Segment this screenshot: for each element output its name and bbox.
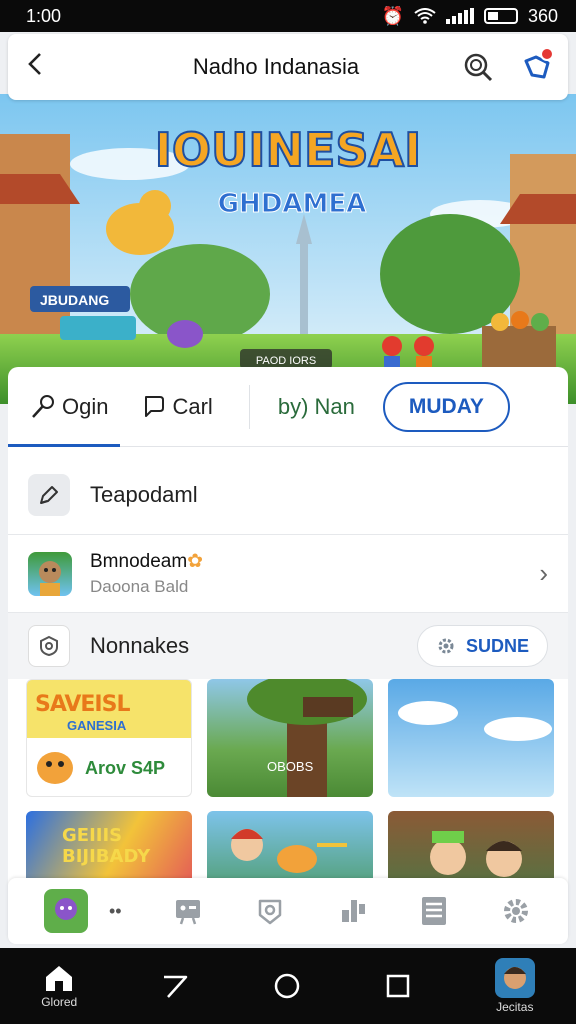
shield-icon xyxy=(28,625,70,667)
battery-icon xyxy=(483,8,518,24)
banner-illustration: JBUDANG IOUINESAI GHDAMEA PAOD IORS xyxy=(0,94,576,404)
wifi-icon xyxy=(414,8,436,24)
settings-gear-icon[interactable] xyxy=(500,895,532,927)
hero-banner[interactable]: JBUDANG IOUINESAI GHDAMEA PAOD IORS xyxy=(0,94,576,404)
chat-icon xyxy=(145,395,165,417)
tab-ogin[interactable]: Ogin xyxy=(8,367,108,447)
cloud-illustration xyxy=(398,701,552,741)
game-tile[interactable]: OBOBS xyxy=(207,679,373,797)
subscribe-button[interactable]: SUDNE xyxy=(416,625,548,667)
pen-icon xyxy=(28,473,70,516)
banner-subtitle: GHDAMEA xyxy=(218,189,367,219)
bottom-app-nav: •• xyxy=(8,878,568,944)
home-circle-icon[interactable] xyxy=(272,971,302,1001)
game-tile[interactable]: SAVEISL GANESIA Arov S4P xyxy=(26,679,192,797)
recents-square-icon[interactable] xyxy=(384,972,412,1000)
gamepad-icon[interactable] xyxy=(173,896,203,926)
signal-icon xyxy=(445,8,474,24)
banner-title: IOUINESAI xyxy=(155,123,421,177)
gear-icon xyxy=(438,638,454,654)
notification-badge xyxy=(540,47,554,61)
status-icons: ⏰ 360 xyxy=(382,6,558,27)
game-tile[interactable] xyxy=(388,679,554,797)
list-item[interactable]: Bmnodeam✿ Daoona Bald › xyxy=(8,535,568,613)
notifications-button[interactable] xyxy=(508,47,568,83)
system-nav-bar: Glored Jecitas xyxy=(0,948,576,1024)
app-screen: Nadho Indanasia JBUDANG IOUINESAI GHDAME… xyxy=(0,32,576,948)
app-bar: Nadho Indanasia xyxy=(8,34,568,100)
page-title: Nadho Indanasia xyxy=(192,54,360,79)
tile-title: GEIIIS BIJIBADY xyxy=(62,825,151,867)
section-header: Nonnakes SUDNE xyxy=(8,613,568,679)
music-icon[interactable] xyxy=(338,896,368,926)
tile-caption: OBOBS xyxy=(267,759,314,774)
avatar[interactable] xyxy=(43,889,88,933)
battery-value: 360 xyxy=(527,5,558,26)
tab-label: Ogin xyxy=(62,393,109,419)
search-icon xyxy=(464,53,493,82)
more-icon[interactable]: •• xyxy=(109,901,122,922)
profile-button[interactable]: Jecitas xyxy=(494,958,535,1014)
list-item-label: Teapodaml xyxy=(90,481,198,507)
tile-caption: Arov S4P xyxy=(85,758,166,778)
profile-label: Jecitas xyxy=(496,1000,534,1014)
tab-nan[interactable]: by) Nan xyxy=(278,394,355,420)
home-button[interactable]: Glored xyxy=(41,963,77,1009)
status-time: 1:00 xyxy=(26,5,62,26)
tab-bar: Ogin Carl by) Nan MUDAY xyxy=(8,367,568,447)
back-button[interactable] xyxy=(8,50,64,84)
banner-button-label: PAOD IORS xyxy=(256,355,316,367)
section-title: Nonnakes xyxy=(90,633,190,658)
list-item-subtitle: Daoona Bald xyxy=(90,577,189,596)
list-item-title: Bmnodeam xyxy=(90,551,188,572)
subscribe-label: SUDNE xyxy=(465,635,529,656)
banner-sign: JBUDANG xyxy=(40,292,109,308)
alarm-icon: ⏰ xyxy=(381,5,404,26)
content-card: Ogin Carl by) Nan MUDAY Teapodaml Bmnode… xyxy=(8,367,568,907)
status-bar: 1:00 ⏰ 360 xyxy=(0,0,576,32)
muday-button[interactable]: MUDAY xyxy=(382,381,510,432)
tab-label: Carl xyxy=(172,393,213,419)
search-button[interactable] xyxy=(448,51,508,83)
badge-icon: ✿ xyxy=(187,551,204,572)
mascot-icon xyxy=(37,752,73,784)
list-icon[interactable] xyxy=(419,895,449,927)
back-triangle-icon[interactable] xyxy=(160,971,190,1001)
tab-divider xyxy=(248,384,250,429)
avatar xyxy=(494,958,535,998)
tab-carl[interactable]: Carl xyxy=(142,367,213,447)
chevron-left-icon xyxy=(28,53,41,75)
tile-title: SAVEISL xyxy=(35,692,130,717)
tree-illustration xyxy=(247,679,367,797)
home-icon xyxy=(46,966,73,991)
chevron-right-icon: › xyxy=(539,558,548,588)
list-item[interactable]: Teapodaml xyxy=(8,455,568,535)
tile-subtitle: GANESIA xyxy=(67,718,127,733)
game-grid: SAVEISL GANESIA Arov S4P OBOBS GEIIIS BI… xyxy=(8,679,568,907)
home-label: Glored xyxy=(41,995,78,1009)
app-thumbnail xyxy=(28,551,72,596)
microphone-icon xyxy=(32,394,54,418)
badge-award-icon[interactable] xyxy=(254,895,286,927)
